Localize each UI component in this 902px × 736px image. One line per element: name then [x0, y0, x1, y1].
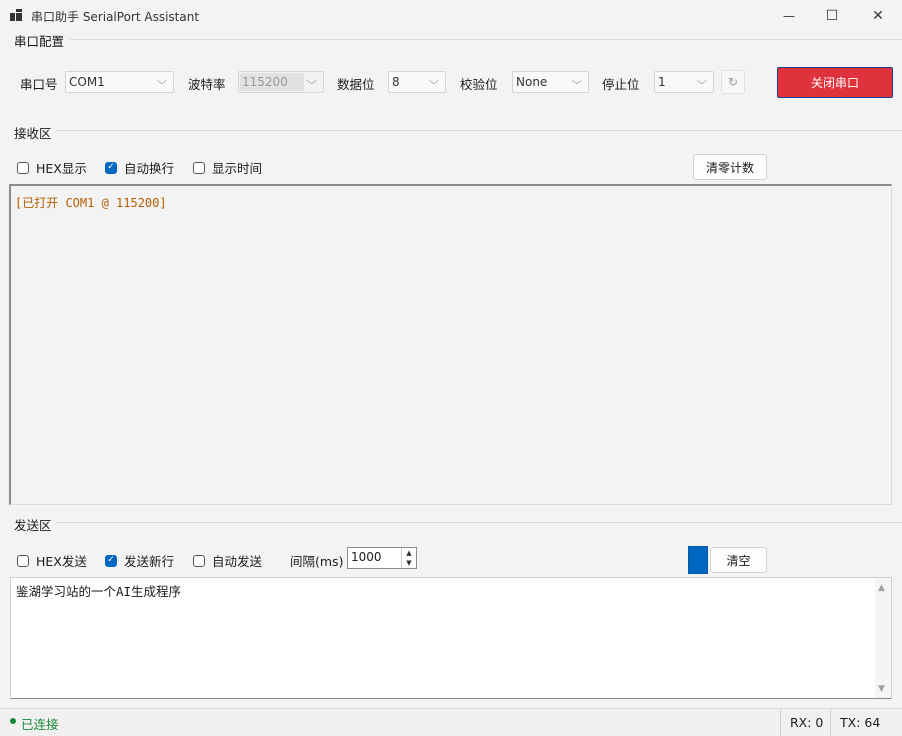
connection-status-dot: [10, 718, 16, 724]
stopbits-value: 1: [658, 75, 666, 89]
window-title: 串口助手 SerialPort Assistant: [31, 10, 200, 24]
scroll-down-icon[interactable]: ▼: [878, 684, 885, 694]
interval-value: 1000: [351, 550, 382, 564]
send-button[interactable]: [688, 546, 708, 574]
auto-wrap-label: 自动换行: [124, 161, 175, 176]
baud-select[interactable]: 115200 ⌵: [238, 71, 324, 93]
auto-send-label: 自动发送: [212, 554, 263, 569]
close-window-button[interactable]: ✕: [855, 0, 901, 32]
close-port-button[interactable]: 关闭串口: [777, 67, 893, 98]
spin-down-icon[interactable]: ▼: [401, 558, 416, 568]
connection-status: 已连接: [21, 717, 59, 732]
clear-send-label: 清空: [726, 553, 751, 568]
port-label: 串口号: [20, 77, 58, 92]
chevron-down-icon: ⌵: [571, 76, 583, 87]
auto-send-checkbox[interactable]: 自动发送: [193, 551, 262, 570]
receive-group-label: 接收区: [14, 126, 52, 141]
auto-wrap-checkbox[interactable]: ✓ 自动换行: [105, 158, 174, 177]
databits-label: 数据位: [337, 77, 375, 92]
show-time-label: 显示时间: [212, 161, 263, 176]
checkbox-box: [17, 161, 29, 174]
check-icon: ✓: [105, 161, 117, 174]
clear-count-button[interactable]: 清零计数: [693, 154, 767, 180]
checkbox-box: [193, 554, 205, 567]
hex-display-label: HEX显示: [36, 161, 87, 176]
maximize-icon: ☐: [825, 8, 839, 24]
maximize-button[interactable]: ☐: [809, 0, 855, 32]
chevron-down-icon: ⌵: [428, 76, 440, 87]
title-bar: 串口助手 SerialPort Assistant — ☐ ✕: [0, 0, 902, 32]
close-icon: ✕: [872, 8, 884, 24]
send-text: 鉴湖学习站的一个AI生成程序: [16, 584, 182, 599]
close-port-label: 关闭串口: [810, 76, 859, 90]
minimize-button[interactable]: —: [766, 0, 812, 32]
refresh-icon: ↻: [727, 75, 739, 89]
receive-text: [已打开 COM1 @ 115200]: [15, 196, 167, 210]
check-icon: ✓: [105, 554, 117, 567]
hex-display-checkbox[interactable]: HEX显示: [17, 158, 87, 177]
status-bar: 已连接 RX: 0 TX: 64: [0, 708, 902, 736]
config-separator: [70, 39, 902, 40]
checkbox-box: [193, 161, 205, 174]
chevron-down-icon: ⌵: [156, 76, 168, 87]
send-scrollbar[interactable]: ▲ ▼: [875, 578, 891, 698]
databits-select[interactable]: 8 ⌵: [388, 71, 446, 93]
spin-up-icon[interactable]: ▲: [401, 548, 416, 558]
send-group-label: 发送区: [14, 518, 52, 533]
interval-spinbox[interactable]: 1000 ▲ ▼: [347, 547, 417, 569]
hex-send-label: HEX发送: [36, 554, 87, 569]
receive-separator: [56, 130, 902, 131]
baud-value: 115200: [242, 75, 288, 89]
scroll-up-icon[interactable]: ▲: [878, 583, 885, 593]
stopbits-label: 停止位: [602, 77, 640, 92]
chevron-down-icon: ⌵: [306, 76, 318, 87]
clear-count-label: 清零计数: [705, 160, 754, 175]
minimize-icon: —: [783, 9, 795, 23]
send-textarea[interactable]: 鉴湖学习站的一个AI生成程序 ▲ ▼: [10, 577, 892, 699]
parity-select[interactable]: None ⌵: [512, 71, 589, 93]
chevron-down-icon: ⌵: [696, 76, 708, 87]
refresh-ports-button[interactable]: ↻: [721, 70, 745, 94]
databits-value: 8: [392, 75, 400, 89]
config-group-label: 串口配置: [14, 34, 65, 49]
stopbits-select[interactable]: 1 ⌵: [654, 71, 714, 93]
send-newline-checkbox[interactable]: ✓ 发送新行: [105, 551, 174, 570]
receive-textarea[interactable]: [已打开 COM1 @ 115200]: [9, 184, 892, 505]
port-select[interactable]: COM1 ⌵: [65, 71, 174, 93]
show-time-checkbox[interactable]: 显示时间: [193, 158, 262, 177]
rx-counter: RX: 0: [780, 709, 830, 736]
hex-send-checkbox[interactable]: HEX发送: [17, 551, 87, 570]
send-separator: [56, 522, 902, 523]
interval-label: 间隔(ms): [290, 554, 344, 569]
port-value: COM1: [69, 75, 105, 89]
clear-send-button[interactable]: 清空: [710, 547, 767, 573]
app-icon: [10, 9, 22, 21]
send-newline-label: 发送新行: [124, 554, 175, 569]
checkbox-box: [17, 554, 29, 567]
baud-label: 波特率: [188, 77, 226, 92]
tx-counter: TX: 64: [830, 709, 902, 736]
parity-label: 校验位: [460, 77, 498, 92]
parity-value: None: [516, 75, 548, 89]
